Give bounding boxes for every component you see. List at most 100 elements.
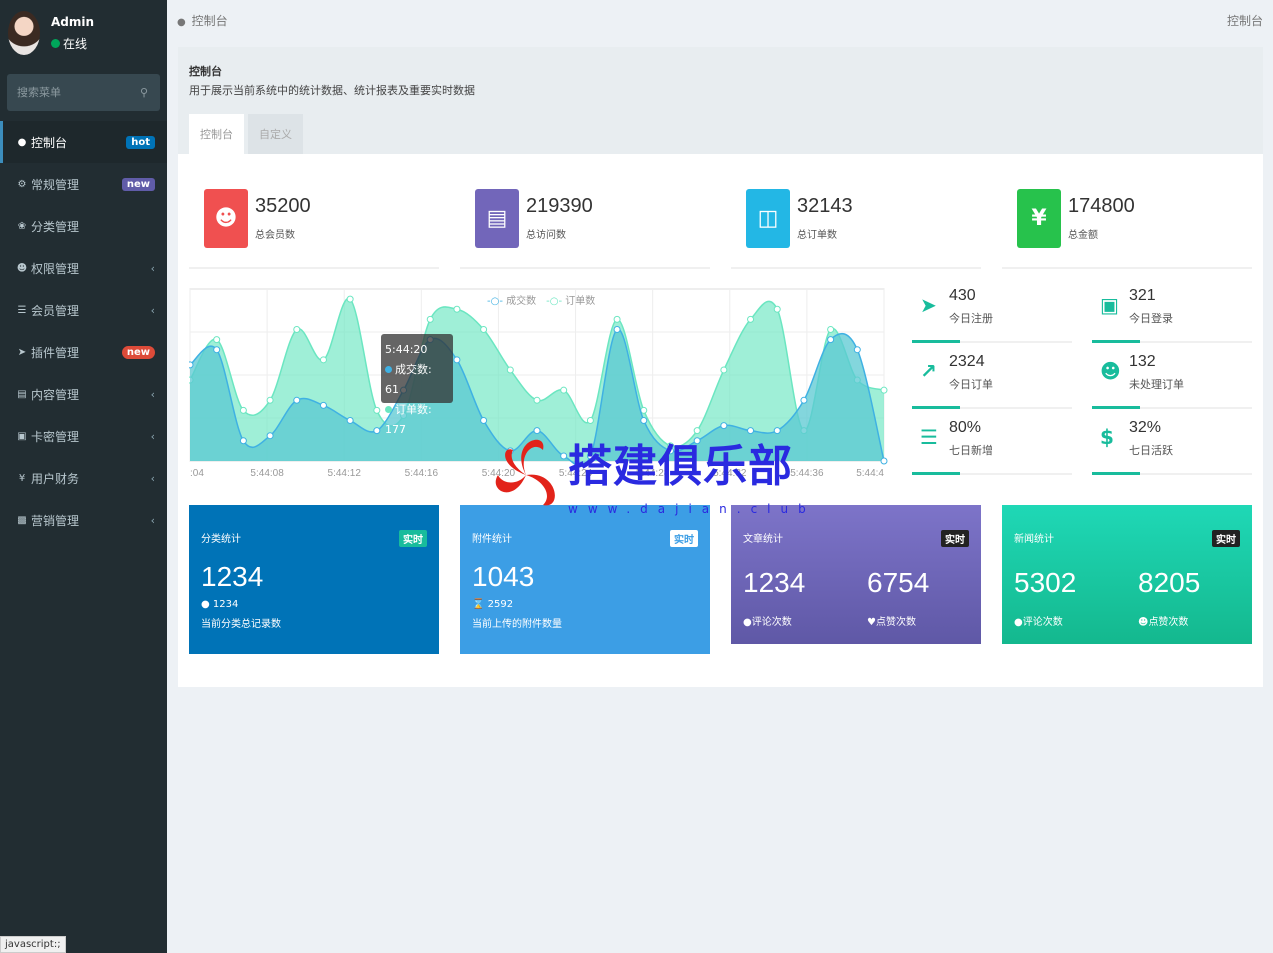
panel-heading: 控制台 用于展示当前系统中的统计数据、统计报表及重要实时数据 控制台 自定义 [178,47,1263,154]
box-sub-value: 2592 [487,599,514,610]
sidebar-item-card[interactable]: ▣ 卡密管理 ‹ [0,415,167,457]
data-point[interactable] [506,366,514,374]
data-point[interactable] [346,295,354,303]
data-point[interactable] [853,346,861,354]
box-category-stats: 分类统计 实时 1234 ● 1234 当前分类总记录数 [189,505,439,654]
mini-stat-bar [912,472,960,475]
tooltip-line: 订单数: 177 [385,400,449,440]
mini-stat-label: 未处理订单 [1129,378,1184,391]
sidebar-item-content[interactable]: ▤ 内容管理 ‹ [0,373,167,415]
users-icon: ☻ [1100,359,1121,383]
box-title: 分类统计 [201,534,241,545]
sidebar-item-member[interactable]: ☰ 会员管理 ‹ [0,289,167,331]
comment-icon: ● [743,617,752,628]
data-point[interactable] [346,417,354,425]
sidebar-item-general[interactable]: ⚙ 常规管理 new [0,163,167,205]
mini-stat-orders: ↗ 2324 今日订单 [912,349,1072,409]
stat-label: 总订单数 [797,230,837,241]
data-point[interactable] [239,406,247,414]
stat-value: 32143 [797,195,853,217]
data-point[interactable] [827,336,835,344]
data-point[interactable] [720,422,728,430]
shopping-bag-icon: ◫ [746,189,790,248]
page-title: 控制台 [189,65,222,78]
data-point[interactable] [880,457,888,465]
data-point[interactable] [293,325,301,333]
x-tick-label: 5:44:4 [856,468,884,479]
data-point[interactable] [426,315,434,323]
tab-dashboard[interactable]: 控制台 [189,114,244,154]
tooltip-line: 成交数: 61 [385,360,449,400]
data-point[interactable] [586,417,594,425]
sidebar-item-dashboard[interactable]: ● 控制台 hot [0,121,167,163]
user-status-text: 在线 [63,36,88,51]
tooltip-value: 成交数: 61 [385,363,432,396]
file-icon: ▤ [17,388,27,400]
data-point[interactable] [747,315,755,323]
leaf-icon: ❀ [17,220,27,232]
mini-stat-value: 2324 [949,353,985,370]
data-point[interactable] [800,396,808,404]
data-point[interactable] [373,427,381,435]
data-point[interactable] [827,325,835,333]
data-point[interactable] [266,432,274,440]
x-tick-label: 5:44:08 [250,468,284,479]
yen-icon: ¥ [1017,189,1061,248]
image-icon: ▣ [17,430,27,442]
mini-stat-bar [1092,472,1140,475]
tabs: 控制台 自定义 [189,114,307,154]
stat-label: 总金额 [1068,230,1098,241]
breadcrumb-right[interactable]: 控制台 [1227,12,1263,29]
avatar[interactable] [8,11,40,55]
data-point[interactable] [319,356,327,364]
mini-stat-value: 32% [1129,419,1162,436]
search-icon[interactable]: ⚲ [140,86,148,99]
users-icon: ☻ [16,262,28,274]
data-point[interactable] [453,356,461,364]
legend-marker-icon: -○- [487,296,503,307]
sidebar-item-finance[interactable]: ¥ 用户财务 ‹ [0,457,167,499]
data-point[interactable] [613,325,621,333]
user-icon: ☻ [1138,617,1149,628]
box-title: 文章统计 [743,534,783,545]
legend-item-orders[interactable]: -○- 订单数 [546,292,595,307]
data-point[interactable] [239,437,247,445]
search-input[interactable] [17,86,127,99]
chevron-left-icon: ‹ [150,429,155,443]
data-point[interactable] [480,325,488,333]
data-point[interactable] [480,417,488,425]
page-description: 用于展示当前系统中的统计数据、统计报表及重要实时数据 [189,84,475,97]
data-point[interactable] [560,386,568,394]
mini-stat-value: 132 [1129,353,1156,370]
data-point[interactable] [533,396,541,404]
data-point[interactable] [213,336,221,344]
x-tick-label: 5:44:16 [405,468,439,479]
sidebar-item-label: 权限管理 [31,261,80,276]
sidebar-item-auth[interactable]: ☻ 权限管理 ‹ [0,247,167,289]
sidebar-item-category[interactable]: ❀ 分类管理 [0,205,167,247]
sidebar-item-marketing[interactable]: ▩ 营销管理 ‹ [0,499,167,541]
data-point[interactable] [373,406,381,414]
data-point[interactable] [266,396,274,404]
legend-marker-icon: -○- [546,296,563,307]
data-point[interactable] [189,361,194,369]
mini-stat-login: ▣ 321 今日登录 [1092,283,1252,343]
data-point[interactable] [293,396,301,404]
data-point[interactable] [213,346,221,354]
tab-custom[interactable]: 自定义 [248,114,303,154]
mini-stat-bar [1092,406,1140,409]
data-point[interactable] [880,386,888,394]
breadcrumb-item[interactable]: 控制台 [192,14,228,28]
tooltip-value: 订单数: 177 [385,403,432,436]
data-point[interactable] [640,417,648,425]
box-title: 新闻统计 [1014,534,1054,545]
realtime-badge: 实时 [399,530,427,547]
data-point[interactable] [453,305,461,313]
sidebar-item-plugin[interactable]: ➤ 插件管理 new [0,331,167,373]
legend-item-deals[interactable]: -○- 成交数 [487,292,536,307]
data-point[interactable] [720,366,728,374]
data-point[interactable] [773,305,781,313]
data-point[interactable] [319,401,327,409]
data-point[interactable] [613,315,621,323]
user-name: Admin [51,14,95,29]
